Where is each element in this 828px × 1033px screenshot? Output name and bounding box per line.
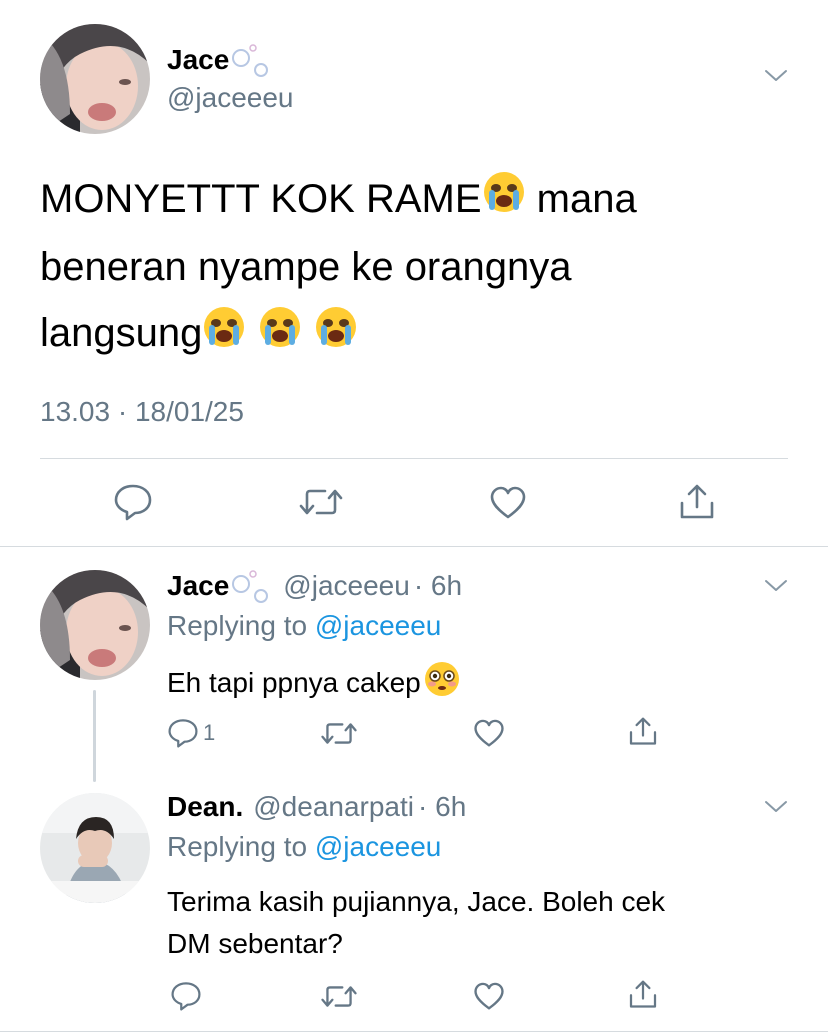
chevron-down-icon[interactable] <box>764 799 788 815</box>
reply2-replying-handle[interactable]: @jaceeeu <box>315 831 442 862</box>
thread-line <box>93 690 96 782</box>
main-tweet-line-2: beneran nyampe ke orangnya <box>40 245 572 290</box>
bottom-divider <box>0 1031 828 1032</box>
reply1-header: Jace @jaceeeu · 6h <box>167 568 462 604</box>
reply2-author-handle[interactable]: @deanarpati <box>253 791 414 823</box>
main-tweet-line-3: langsung <box>40 300 800 368</box>
crying-face-emoji <box>314 303 358 369</box>
retweet-icon[interactable] <box>320 720 358 747</box>
crying-face-emoji <box>202 303 246 369</box>
flushed-face-emoji <box>423 660 461 705</box>
retweet-icon[interactable] <box>298 486 344 518</box>
reply1-reply-count: 1 <box>203 720 216 745</box>
like-icon[interactable] <box>473 982 505 1011</box>
main-author-name-row: Jace <box>167 42 271 78</box>
reply2-text-line-2: DM sebentar? <box>167 928 343 959</box>
reply2-avatar[interactable] <box>40 793 150 903</box>
reply1-author-handle[interactable]: @jaceeeu <box>283 570 410 602</box>
share-icon[interactable] <box>677 483 717 521</box>
share-icon[interactable] <box>627 979 659 1010</box>
reply2-text-line-1: Terima kasih pujiannya, Jace. Boleh cek <box>167 886 666 917</box>
reply2-text: Terima kasih pujiannya, Jace. Boleh cek … <box>167 881 787 965</box>
reply-icon[interactable] <box>170 981 202 1011</box>
main-tweet-text: MONYETTT KOK RAME mana beneran nyampe ke… <box>40 166 800 369</box>
main-divider <box>40 458 788 459</box>
like-icon[interactable] <box>489 486 527 520</box>
reply2-header: Dean. @deanarpati · 6h <box>167 789 466 825</box>
reply1-replying-handle[interactable]: @jaceeeu <box>315 610 442 641</box>
reply2-author-name[interactable]: Dean. <box>167 791 243 823</box>
bubbles-icon <box>231 568 271 604</box>
main-author-name[interactable]: Jace <box>167 44 229 76</box>
reply1-time: · 6h <box>413 570 463 601</box>
chevron-down-icon[interactable] <box>764 578 788 594</box>
reply2-replying-to: Replying to @jaceeeu <box>167 831 442 862</box>
bubbles-icon <box>231 42 271 78</box>
like-icon[interactable] <box>473 719 505 748</box>
main-author-handle[interactable]: @jaceeeu <box>167 82 294 114</box>
crying-face-emoji <box>258 303 302 369</box>
main-timestamp[interactable]: 13.03 · 18/01/25 <box>40 396 244 428</box>
reply1-reply-action[interactable]: 1 <box>167 718 215 748</box>
reply1-avatar[interactable] <box>40 570 150 680</box>
reply1-replying-to: Replying to @jaceeeu <box>167 610 442 641</box>
retweet-icon[interactable] <box>320 983 358 1010</box>
main-tweet-line-1: MONYETTT KOK RAME mana <box>40 166 800 234</box>
reply1-text: Eh tapi ppnya cakep <box>167 660 461 705</box>
section-divider <box>0 546 828 547</box>
crying-face-emoji <box>482 168 526 234</box>
reply1-author-name[interactable]: Jace <box>167 570 229 602</box>
reply-icon[interactable] <box>113 483 153 521</box>
reply-icon[interactable] <box>167 718 199 748</box>
share-icon[interactable] <box>627 716 659 747</box>
main-avatar[interactable] <box>40 24 150 134</box>
reply2-time: · 6h <box>418 791 467 822</box>
chevron-down-icon[interactable] <box>764 68 788 84</box>
